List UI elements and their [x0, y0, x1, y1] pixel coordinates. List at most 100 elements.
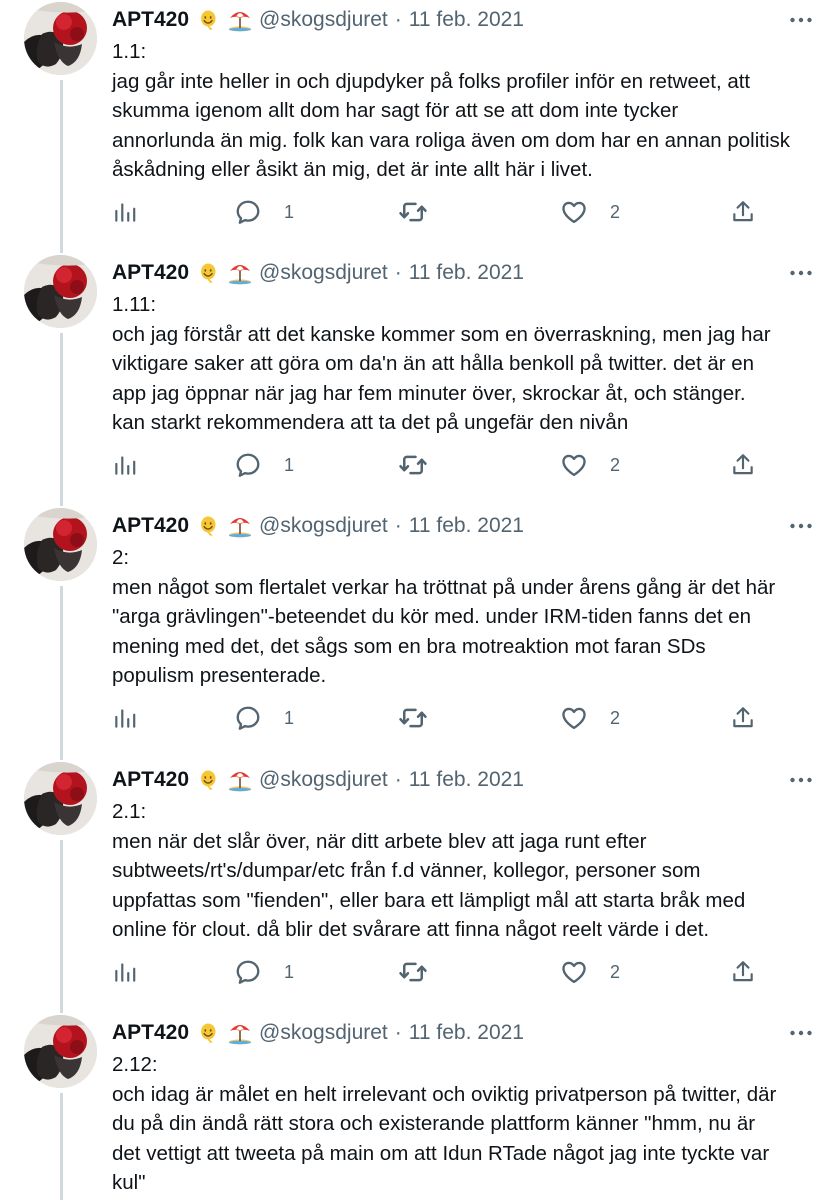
avatar-photo — [24, 2, 97, 75]
display-name[interactable]: APT420 — [112, 512, 189, 540]
reply-button[interactable]: 1 — [234, 956, 294, 988]
tweet[interactable]: APT420 @skogsdjuret · 11 feb. 2021 2.12:… — [0, 1013, 838, 1200]
avatar[interactable] — [24, 508, 97, 581]
tweet-text: 2.1: men när det slår över, när ditt arb… — [112, 797, 824, 945]
tweet-date[interactable]: 11 feb. 2021 — [409, 766, 524, 794]
tweet-text-line: "arga grävlingen"-beteendet du kör med. … — [112, 605, 752, 629]
views-button[interactable] — [112, 449, 138, 481]
tweet-text-line: 1.11: — [112, 293, 157, 316]
display-name[interactable]: APT420 — [112, 6, 189, 34]
smiling-face-svg — [201, 1023, 216, 1043]
share-upload-icon — [733, 201, 753, 222]
separator-dot: · — [394, 8, 402, 31]
tweet-text-line: men något som flertalet verkar ha tröttn… — [112, 575, 776, 599]
more-dots-svg — [790, 777, 812, 783]
like-button[interactable]: 2 — [560, 702, 620, 734]
retweet-button[interactable] — [398, 702, 428, 734]
more-dots-icon[interactable] — [784, 1021, 818, 1045]
beach-umbrella-icon — [227, 261, 252, 285]
user-handle[interactable]: @skogsdjuret — [259, 512, 388, 540]
beach-umbrella-icon — [227, 514, 252, 538]
views-button[interactable] — [112, 196, 138, 228]
display-name[interactable]: APT420 — [112, 1019, 189, 1047]
views-bar-chart-icon — [115, 203, 136, 222]
tweet-date[interactable]: 11 feb. 2021 — [409, 259, 524, 287]
like-count: 2 — [610, 707, 621, 728]
display-name[interactable]: APT420 — [112, 766, 189, 794]
views-bar-chart-icon — [115, 963, 136, 982]
heart-icon — [562, 707, 586, 730]
tweet-date[interactable]: 11 feb. 2021 — [409, 512, 524, 540]
more-dots-icon[interactable] — [784, 514, 818, 538]
tweet[interactable]: APT420 @skogsdjuret · 11 feb. 2021 2.1: … — [0, 760, 838, 1013]
retweet-icon — [399, 455, 427, 475]
tweet-text: 2.12: och idag är målet en helt irreleva… — [112, 1050, 824, 1198]
reply-bubble-icon — [236, 960, 260, 984]
smiling-face-svg — [201, 516, 216, 536]
tweet-text-line: populism presenterade. — [112, 664, 327, 688]
tweet-actions: 1 2 — [112, 196, 812, 228]
like-button[interactable]: 2 — [560, 449, 620, 481]
more-dots-icon[interactable] — [784, 8, 818, 32]
avatar[interactable] — [24, 2, 97, 75]
tweet-actions: 1 2 — [112, 702, 812, 734]
views-bar-chart-icon — [115, 456, 136, 475]
display-name[interactable]: APT420 — [112, 259, 189, 287]
user-handle[interactable]: @skogsdjuret — [259, 259, 388, 287]
avatar-photo — [24, 762, 97, 835]
beach-umbrella-svg — [229, 265, 252, 285]
avatar[interactable] — [24, 762, 97, 835]
more-dots-icon[interactable] — [784, 768, 818, 792]
reply-count: 1 — [284, 961, 295, 982]
tweet-text-line: skumma igenom allt dom har sagt för att … — [112, 99, 679, 123]
share-button[interactable] — [730, 449, 756, 481]
share-button[interactable] — [730, 956, 756, 988]
share-upload-icon — [733, 707, 753, 728]
smiling-face-svg — [201, 263, 216, 283]
smiling-face-icon — [196, 514, 220, 538]
reply-button[interactable]: 1 — [234, 702, 294, 734]
user-handle[interactable]: @skogsdjuret — [259, 1019, 388, 1047]
tweet-text-line: online för clout. då blir det svårare at… — [112, 918, 710, 942]
tweet-text-line: och idag är målet en helt irrelevant och… — [112, 1082, 777, 1106]
retweet-icon — [399, 962, 427, 982]
separator-dot: · — [394, 1021, 402, 1044]
share-button[interactable] — [730, 702, 756, 734]
heart-icon — [562, 201, 586, 224]
views-button[interactable] — [112, 956, 138, 988]
tweet-text-line: 2.1: — [112, 800, 147, 823]
thread-connector-line — [60, 1093, 63, 1200]
retweet-button[interactable] — [398, 449, 428, 481]
user-handle[interactable]: @skogsdjuret — [259, 766, 388, 794]
retweet-button[interactable] — [398, 956, 428, 988]
like-button[interactable]: 2 — [560, 196, 620, 228]
tweet-text-line: det vettigt att tweeta på main om att Id… — [112, 1141, 770, 1165]
reply-button[interactable]: 1 — [234, 449, 294, 481]
like-button[interactable]: 2 — [560, 956, 620, 988]
tweet-text-line: annorlunda än mig. folk kan vara roliga … — [112, 128, 791, 152]
tweet-date[interactable]: 11 feb. 2021 — [409, 1019, 524, 1047]
more-dots-icon[interactable] — [784, 261, 818, 285]
avatar[interactable] — [24, 1015, 97, 1088]
tweet-text-line: men när det slår över, när ditt arbete b… — [112, 829, 647, 853]
tweet[interactable]: APT420 @skogsdjuret · 11 feb. 2021 2: me… — [0, 506, 838, 760]
beach-umbrella-icon — [227, 768, 252, 792]
tweet-date[interactable]: 11 feb. 2021 — [409, 6, 524, 34]
reply-bubble-icon — [236, 200, 260, 224]
thread-connector-line — [60, 80, 63, 253]
tweet[interactable]: APT420 @skogsdjuret · 11 feb. 2021 1.1: … — [0, 0, 838, 253]
views-button[interactable] — [112, 702, 138, 734]
tweet-header: APT420 @skogsdjuret · 11 feb. 2021 — [112, 259, 524, 287]
user-handle[interactable]: @skogsdjuret — [259, 6, 388, 34]
like-count: 2 — [610, 961, 621, 982]
retweet-button[interactable] — [398, 196, 428, 228]
retweet-icon — [399, 202, 427, 222]
tweet-text-line: app jag öppnar när jag har fem minuter ö… — [112, 381, 746, 405]
share-button[interactable] — [730, 196, 756, 228]
tweet[interactable]: APT420 @skogsdjuret · 11 feb. 2021 1.11:… — [0, 253, 838, 506]
tweet-text-line: 2.12: — [112, 1053, 158, 1076]
beach-umbrella-svg — [229, 772, 252, 792]
avatar[interactable] — [24, 255, 97, 328]
reply-button[interactable]: 1 — [234, 196, 294, 228]
thread-connector-line — [60, 586, 63, 760]
